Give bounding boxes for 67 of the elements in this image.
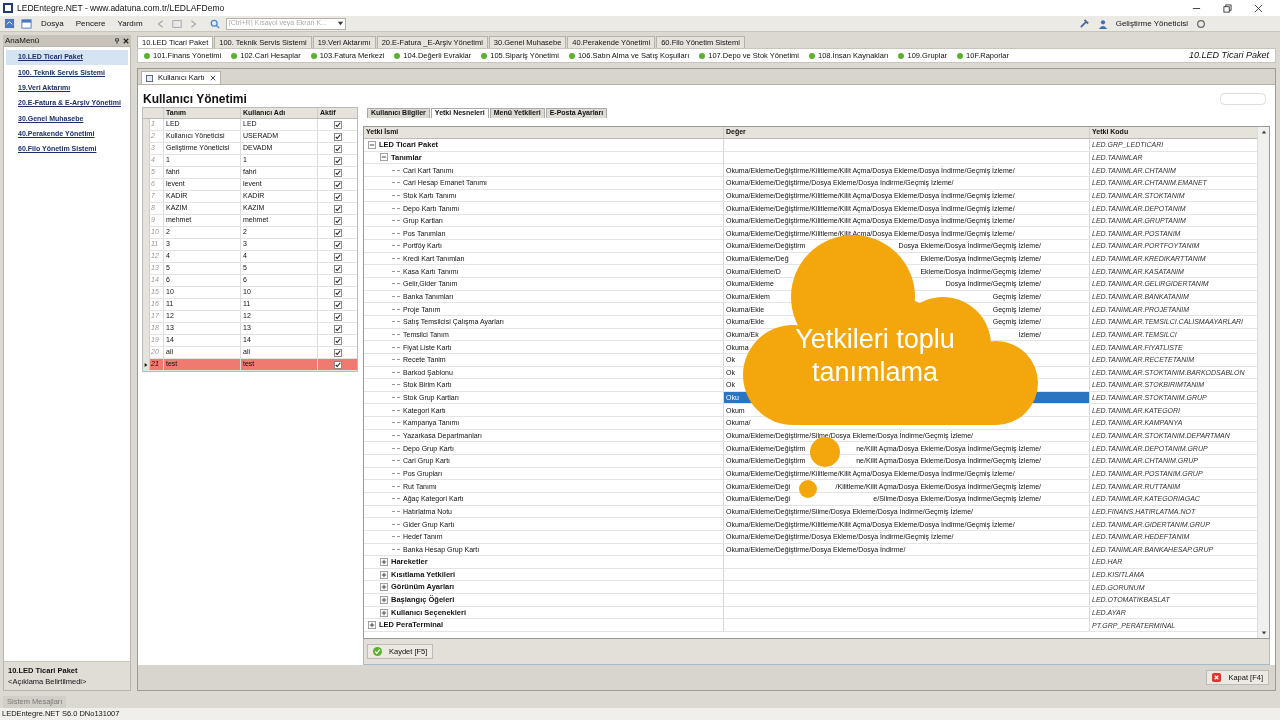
menu-item[interactable]: Pencere — [72, 17, 109, 30]
bullet-icon — [699, 52, 706, 59]
scrollbar[interactable] — [1257, 127, 1269, 638]
package-label: 10.LED Ticari Paket — [1189, 48, 1269, 62]
bullet-icon — [231, 52, 238, 59]
checkbox[interactable] — [333, 276, 342, 285]
scroll-up-icon[interactable] — [1260, 129, 1267, 135]
expand-icon[interactable] — [380, 595, 388, 604]
dropdown-icon[interactable] — [336, 20, 344, 27]
expand-icon[interactable] — [380, 608, 388, 617]
checkbox[interactable] — [333, 336, 342, 345]
checkbox[interactable] — [333, 216, 342, 225]
restore-icon[interactable] — [1223, 3, 1232, 13]
bullet-icon — [898, 52, 905, 59]
checkbox[interactable] — [333, 288, 342, 297]
expand-icon[interactable] — [380, 557, 388, 566]
checkbox[interactable] — [333, 204, 342, 213]
check-circle-icon — [373, 647, 382, 656]
checkbox[interactable] — [333, 228, 342, 237]
checkbox[interactable] — [333, 300, 342, 309]
checkbox[interactable] — [333, 144, 342, 153]
app-icon — [3, 3, 13, 13]
checkbox[interactable] — [333, 360, 342, 369]
callout-text: Yetkileri toplu tanımlama — [794, 323, 956, 389]
checkbox[interactable] — [333, 348, 342, 357]
bullet-icon — [310, 52, 317, 59]
bullet-icon — [957, 52, 964, 59]
collapse-icon[interactable] — [380, 153, 388, 162]
pin-icon[interactable] — [114, 37, 120, 44]
checkbox[interactable] — [333, 180, 342, 189]
panel-title: AnaMenü — [5, 34, 40, 47]
checkbox[interactable] — [333, 120, 342, 129]
row-pointer-icon — [144, 362, 148, 367]
close-icon — [1212, 673, 1222, 682]
tools-icon[interactable] — [1078, 18, 1090, 29]
menu-item[interactable]: Dosya — [38, 17, 67, 30]
close-icon[interactable] — [123, 37, 129, 44]
bullet-icon — [481, 52, 488, 59]
checkbox[interactable] — [333, 192, 342, 201]
checkbox[interactable] — [333, 132, 342, 141]
calendar-icon[interactable] — [21, 18, 32, 29]
menu-item[interactable]: Yardım — [114, 17, 146, 30]
bullet-icon — [809, 52, 815, 59]
bullet-icon — [394, 52, 401, 59]
expand-icon[interactable] — [368, 621, 376, 630]
close-icon[interactable] — [1254, 3, 1263, 13]
bullet-icon — [144, 52, 150, 59]
close-icon[interactable] — [209, 75, 216, 81]
user-icon — [1097, 18, 1108, 29]
checkbox[interactable] — [333, 324, 342, 333]
checkbox[interactable] — [333, 240, 342, 249]
checkbox[interactable] — [333, 264, 342, 273]
window-title: LEDEntegre.NET - www.adatuna.com.tr/LEDLAFDemo — [17, 1, 225, 15]
collapse-icon[interactable] — [368, 140, 376, 149]
search-icon — [209, 18, 220, 29]
expand-icon[interactable] — [380, 583, 388, 592]
scroll-down-icon[interactable] — [1260, 630, 1267, 636]
checkbox[interactable] — [333, 156, 342, 165]
gear-icon[interactable] — [1196, 18, 1206, 29]
checkbox[interactable] — [333, 252, 342, 261]
checkbox[interactable] — [333, 168, 342, 177]
checkbox[interactable] — [333, 312, 342, 321]
bullet-icon — [568, 52, 575, 59]
form-icon — [146, 74, 153, 82]
expand-icon[interactable] — [380, 570, 388, 579]
user-name[interactable]: Geliştirme Yöneticisi — [1115, 17, 1188, 30]
page-title: Kullanıcı Yönetimi — [143, 93, 247, 105]
